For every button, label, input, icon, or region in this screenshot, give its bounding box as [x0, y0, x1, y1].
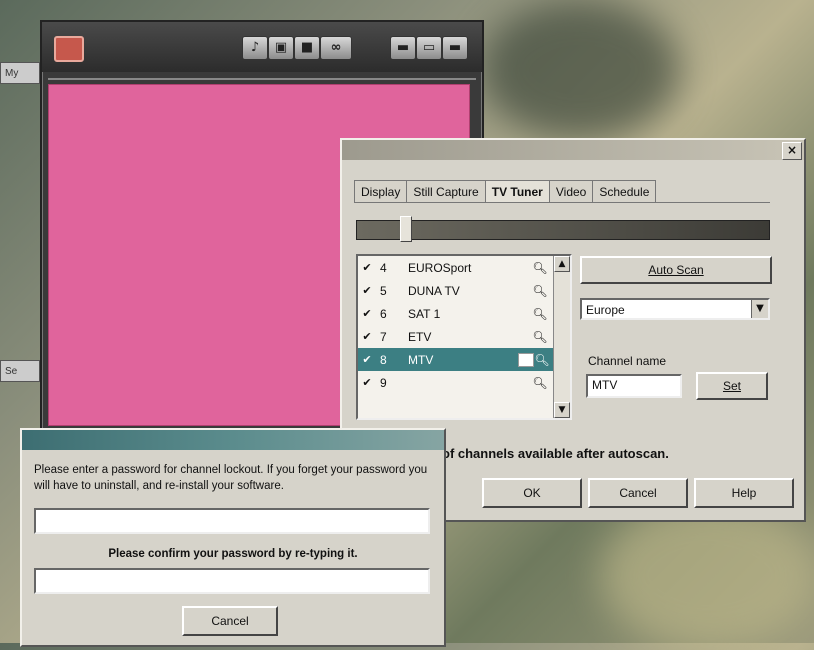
channel-name-field[interactable]: MTV — [586, 374, 682, 398]
magnifier-icon[interactable]: 🔍︎ — [534, 353, 550, 367]
channel-row[interactable]: ✔ 6 SAT 1 🔍︎ — [358, 302, 570, 325]
side-tab-se[interactable]: Se — [0, 360, 40, 382]
password-dialog: Please enter a password for channel lock… — [20, 428, 446, 647]
tuner-slider-handle[interactable] — [400, 216, 412, 242]
channel-row[interactable]: ✔ 4 EUROSport 🔍︎ — [358, 256, 570, 279]
lock-icon[interactable] — [518, 377, 532, 389]
close-icon[interactable]: × — [782, 142, 802, 160]
ok-button[interactable]: OK — [482, 478, 582, 508]
lock-icon[interactable] — [518, 331, 532, 343]
tab-video[interactable]: Video — [548, 180, 594, 203]
lock-icon[interactable] — [518, 285, 532, 297]
magnifier-icon[interactable]: 🔍︎ — [532, 307, 548, 321]
channel-list: ✔ 4 EUROSport 🔍︎ ✔ 5 DUNA TV 🔍︎ ✔ 6 SAT 1 🔍︎ ✔ 7 ETV 🔍︎… — [356, 254, 572, 420]
tv-toolbar: ♪ ▣ ■ ∞ ▬ ▭ ▬ — [42, 22, 482, 72]
channel-name: ETV — [408, 329, 432, 344]
lock-icon[interactable] — [518, 262, 532, 274]
checkmark-icon[interactable]: ✔ — [358, 353, 376, 366]
autoscan-note: of channels available after autoscan. — [442, 446, 669, 461]
channel-name: DUNA TV — [408, 283, 460, 298]
channel-name: MTV — [408, 352, 434, 367]
set-label: Set — [722, 379, 741, 393]
confirm-password-field[interactable] — [34, 568, 430, 594]
password-dialog-titlebar[interactable] — [22, 430, 444, 450]
help-button[interactable]: Help — [694, 478, 794, 508]
close-icon[interactable]: ▬ — [442, 36, 468, 60]
set-button[interactable]: Set — [696, 372, 768, 400]
lock-icon[interactable] — [518, 352, 534, 367]
background-shape — [480, 0, 680, 140]
channel-row[interactable]: ✔ 9 🔍︎ — [358, 371, 570, 394]
tab-schedule[interactable]: Schedule — [592, 180, 657, 203]
password-field[interactable] — [34, 508, 430, 534]
scroll-up-icon[interactable]: ▲ — [554, 256, 570, 272]
channel-row[interactable]: ✔ 8 MTV 🔍︎ — [358, 348, 570, 371]
divider — [354, 202, 770, 203]
channel-number: 7 — [380, 329, 387, 344]
link-icon[interactable]: ∞ — [320, 36, 352, 60]
channel-list-scrollbar[interactable]: ▲ ▼ — [553, 256, 570, 418]
app-logo-icon — [54, 36, 84, 62]
dialog-titlebar[interactable] — [342, 140, 804, 160]
channel-number: 4 — [380, 260, 387, 275]
channel-number: 8 — [380, 352, 387, 367]
lock-icon[interactable] — [518, 308, 532, 320]
magnifier-icon[interactable]: 🔍︎ — [532, 261, 548, 275]
minimize-icon[interactable]: ▬ — [390, 36, 416, 60]
camera-icon[interactable]: ▣ — [268, 36, 294, 60]
channel-name-label: Channel name — [588, 354, 667, 368]
background-shape — [600, 500, 814, 650]
channel-number: 9 — [380, 375, 387, 390]
tuner-slider-track[interactable] — [356, 220, 770, 240]
tab-display[interactable]: Display — [354, 180, 408, 203]
auto-scan-label: Auto Scan — [648, 263, 704, 277]
tab-tv-tuner[interactable]: TV Tuner — [484, 180, 550, 203]
magnifier-icon[interactable]: 🔍︎ — [532, 376, 548, 390]
checkmark-icon[interactable]: ✔ — [358, 261, 376, 274]
tab-still-capture[interactable]: Still Capture — [406, 180, 486, 203]
password-message: Please enter a password for channel lock… — [34, 464, 428, 492]
tab-bar: Display Still Capture TV Tuner Video Sch… — [354, 180, 657, 203]
checkmark-icon[interactable]: ✔ — [358, 284, 376, 297]
magnifier-icon[interactable]: 🔍︎ — [532, 284, 548, 298]
checkmark-icon[interactable]: ✔ — [358, 307, 376, 320]
channel-row[interactable]: ✔ 5 DUNA TV 🔍︎ — [358, 279, 570, 302]
channel-name: EUROSport — [408, 260, 472, 275]
channel-number: 5 — [380, 283, 387, 298]
channel-row[interactable]: ✔ 7 ETV 🔍︎ — [358, 325, 570, 348]
scroll-down-icon[interactable]: ▼ — [554, 402, 570, 418]
channel-number: 6 — [380, 306, 387, 321]
region-value: Europe — [586, 303, 625, 317]
auto-scan-button[interactable]: Auto Scan — [580, 256, 772, 284]
chevron-down-icon[interactable]: ▼ — [751, 300, 768, 318]
cancel-button[interactable]: Cancel — [588, 478, 688, 508]
confirm-password-label: Please confirm your password by re-typin… — [108, 548, 358, 560]
magnifier-icon[interactable]: 🔍︎ — [532, 330, 548, 344]
region-select[interactable]: Europe ▼ — [580, 298, 770, 320]
divider — [48, 78, 476, 80]
side-tab-my[interactable]: My — [0, 62, 40, 84]
channel-name: SAT 1 — [408, 306, 441, 321]
checkmark-icon[interactable]: ✔ — [358, 376, 376, 389]
checkmark-icon[interactable]: ✔ — [358, 330, 376, 343]
note-icon[interactable]: ♪ — [242, 36, 268, 60]
maximize-icon[interactable]: ▭ — [416, 36, 442, 60]
record-icon[interactable]: ■ — [294, 36, 320, 60]
cancel-button[interactable]: Cancel — [182, 606, 278, 636]
